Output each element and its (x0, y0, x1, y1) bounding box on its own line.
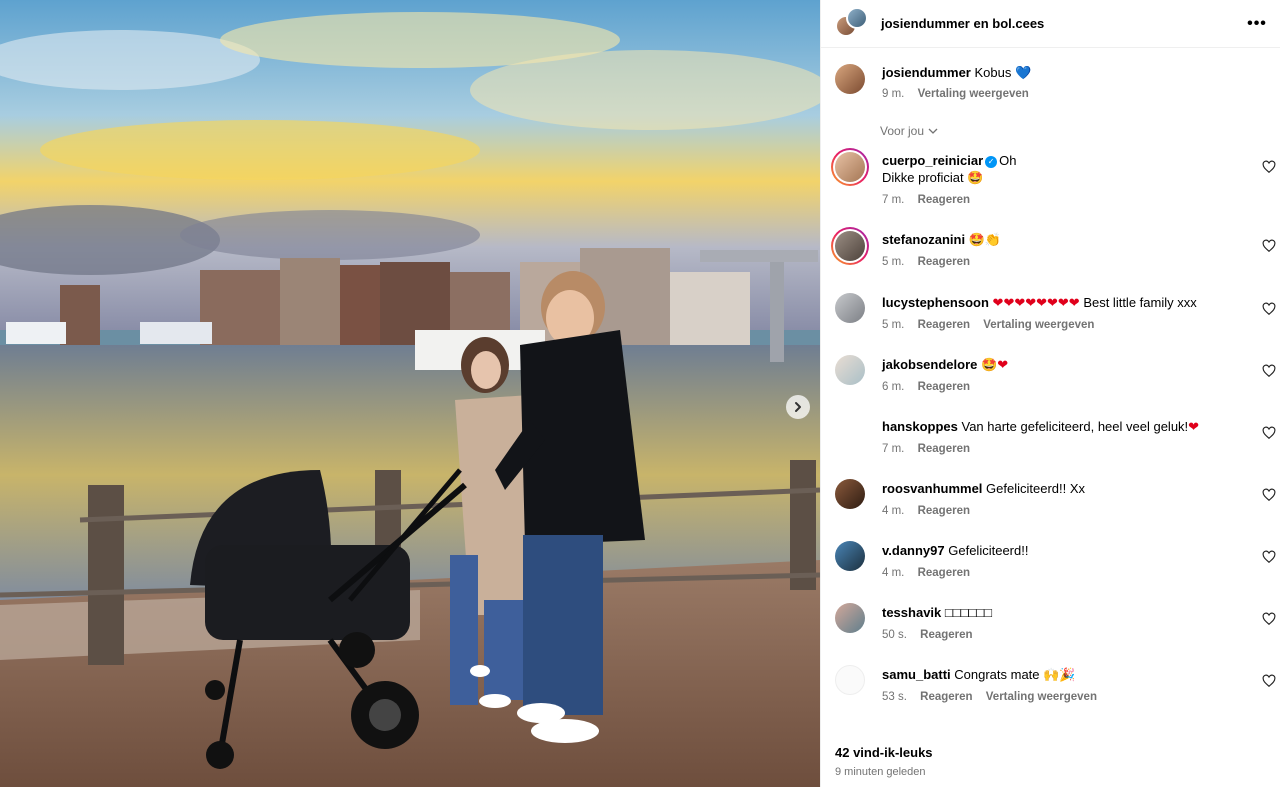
reply-button[interactable]: Reageren (918, 381, 970, 393)
comment-time: 4 m. (882, 505, 905, 517)
avatar[interactable] (835, 355, 865, 385)
next-photo-button[interactable] (786, 395, 810, 419)
verified-icon: ✓ (985, 156, 998, 168)
comment: lucystephensoon ❤❤❤❤❤❤❤❤ Best little fam… (834, 292, 1280, 342)
like-heart-icon[interactable] (1262, 364, 1276, 378)
comment: hanskoppes Van harte gefeliciteerd, heel… (834, 416, 1280, 466)
caption-row: josiendummer Kobus 💙 9 m. Vertaling weer… (834, 62, 1280, 102)
comment-username[interactable]: v.danny97 (882, 543, 945, 558)
avatar[interactable] (835, 417, 865, 447)
blue-heart-emoji: 💙 (1014, 65, 1032, 80)
avatar[interactable] (835, 293, 865, 323)
star-struck-emoji: 🤩 (981, 357, 998, 372)
comment-username[interactable]: samu_batti (882, 667, 951, 682)
comment-username[interactable]: jakobsendelore (882, 357, 977, 372)
comment: jakobsendelore 🤩❤ 6 m. Reageren (834, 354, 1280, 404)
avatar[interactable] (835, 64, 865, 94)
like-heart-icon[interactable] (1262, 239, 1276, 253)
chevron-right-icon (795, 402, 801, 412)
translate-button[interactable]: Vertaling weergeven (986, 691, 1097, 703)
avatar[interactable] (835, 479, 865, 509)
reply-button[interactable]: Reageren (918, 256, 970, 268)
avatar (846, 6, 868, 29)
like-heart-icon[interactable] (1262, 302, 1276, 316)
reply-button[interactable]: Reageren (920, 691, 972, 703)
post-header: josiendummer en bol.cees ••• (821, 0, 1280, 48)
comment-time: 5 m. (882, 256, 905, 268)
comment-text: Dikke proficiat (882, 170, 964, 185)
more-icon: ••• (1247, 15, 1267, 32)
comment-time: 50 s. (882, 629, 907, 641)
emoji: 🤩👏 (968, 232, 1002, 247)
red-hearts-emoji: ❤❤❤❤❤❤❤❤ (992, 295, 1080, 310)
emoji: 🙌🎉 (1043, 667, 1076, 682)
like-heart-icon[interactable] (1262, 674, 1276, 688)
reply-button[interactable]: Reageren (918, 319, 970, 331)
comment-time: 6 m. (882, 381, 905, 393)
comment: samu_batti Congrats mate 🙌🎉 53 s. Reager… (834, 664, 1280, 714)
reply-button[interactable]: Reageren (918, 567, 970, 579)
post-time: 9 minuten geleden (835, 766, 926, 778)
reply-button[interactable]: Reageren (918, 443, 970, 455)
sort-label: Voor jou (880, 124, 925, 138)
post-authors[interactable]: josiendummer en bol.cees (881, 16, 1044, 31)
comment-time: 4 m. (882, 567, 905, 579)
caption-time: 9 m. (882, 88, 905, 100)
caption-username[interactable]: josiendummer (882, 65, 971, 80)
comment-text: Congrats mate (954, 667, 1040, 682)
post-photo (0, 0, 820, 787)
comment-username[interactable]: lucystephensoon (882, 295, 989, 310)
star-struck-emoji: 🤩 (967, 170, 984, 185)
chevron-down-icon (928, 128, 938, 134)
comment-time: 7 m. (882, 443, 905, 455)
like-count[interactable]: 42 vind-ik-leuks (835, 745, 933, 760)
comment: roosvanhummel Gefeliciteerd!! Xx 4 m. Re… (834, 478, 1280, 528)
like-heart-icon[interactable] (1262, 426, 1276, 440)
comment-text: □□□□□□ (944, 605, 993, 620)
comment-time: 5 m. (882, 319, 905, 331)
avatar[interactable] (835, 665, 865, 695)
caption-text: Kobus (974, 65, 1012, 80)
avatar (835, 152, 865, 182)
story-ring[interactable] (831, 227, 869, 265)
red-heart-emoji: ❤ (997, 357, 1009, 372)
more-options-button[interactable]: ••• (1246, 13, 1268, 35)
reply-button[interactable]: Reageren (918, 505, 970, 517)
comment-username[interactable]: tesshavik (882, 605, 941, 620)
comment-text: Gefeliciteerd!! (948, 543, 1029, 558)
comment: tesshavik □□□□□□ 50 s. Reageren (834, 602, 1280, 652)
comment-text: Gefeliciteerd!! Xx (986, 481, 1086, 496)
comment-time: 7 m. (882, 194, 905, 206)
avatar (835, 231, 865, 261)
comment: stefanozanini 🤩👏 5 m. Reageren (831, 227, 1280, 279)
story-ring[interactable] (831, 148, 869, 186)
reply-button[interactable]: Reageren (920, 629, 972, 641)
like-heart-icon[interactable] (1262, 550, 1276, 564)
comment: cuerpo_reiniciar ✓ Oh Dikke proficiat 🤩 7 … (831, 148, 1280, 212)
comment-username[interactable]: roosvanhummel (882, 481, 982, 496)
comment-text: Van harte gefeliciteerd, heel veel geluk… (961, 419, 1189, 434)
like-heart-icon[interactable] (1262, 160, 1276, 174)
comment-text: Oh (999, 153, 1017, 168)
comment-username[interactable]: cuerpo_reiniciar (882, 153, 983, 168)
comment-username[interactable]: stefanozanini (882, 232, 965, 247)
reply-button[interactable]: Reageren (918, 194, 970, 206)
comment: v.danny97 Gefeliciteerd!! 4 m. Reageren (834, 540, 1280, 590)
comment-sort-dropdown[interactable]: Voor jou (880, 124, 938, 138)
avatar[interactable] (835, 541, 865, 571)
avatar[interactable] (835, 603, 865, 633)
like-heart-icon[interactable] (1262, 612, 1276, 626)
comment-text: Best little family xxx (1083, 295, 1197, 310)
photo-illustration (0, 0, 820, 787)
comment-username[interactable]: hanskoppes (882, 419, 958, 434)
red-heart-emoji: ❤ (1188, 419, 1200, 434)
comment-time: 53 s. (882, 691, 907, 703)
translate-button[interactable]: Vertaling weergeven (918, 88, 1029, 100)
like-heart-icon[interactable] (1262, 488, 1276, 502)
translate-button[interactable]: Vertaling weergeven (983, 319, 1094, 331)
collab-avatars[interactable] (835, 6, 869, 41)
